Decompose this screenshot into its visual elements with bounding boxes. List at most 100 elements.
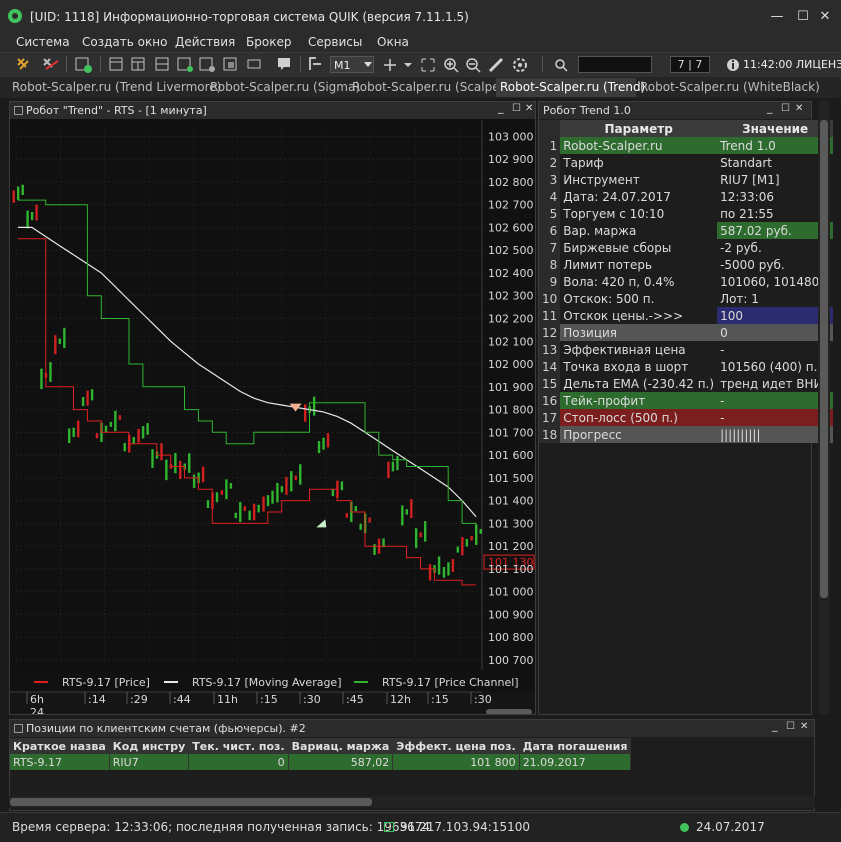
table-maximize-button[interactable]: ☐	[781, 103, 790, 114]
positions-minimize-button[interactable]: _	[772, 719, 778, 732]
candle	[252, 503, 256, 521]
tab-whiteblack[interactable]: Robot-Scalper.ru (WhiteBlack)	[636, 78, 820, 97]
y-tick-label: 103 000	[488, 130, 534, 143]
candle	[322, 437, 325, 450]
maximize-button[interactable]: ☐	[793, 8, 813, 26]
x-date-label: 24	[30, 706, 44, 714]
tab-scalper[interactable]: Robot-Scalper.ru (Scalper)	[348, 78, 509, 97]
table-row[interactable]: 4 Дата: 24.07.2017 12:33:06	[539, 188, 834, 205]
portfolio-icon[interactable]	[223, 57, 237, 71]
positions-close-button[interactable]: ✕	[800, 721, 808, 732]
ruler-icon[interactable]	[488, 57, 504, 73]
price-chart[interactable]: 103 000 102 900 102 800 102 700 102 600 102 5…	[10, 120, 535, 714]
tab-sigma[interactable]: Robot-Scalper.ru (Sigma)	[206, 78, 360, 97]
table-row[interactable]: 2 Тариф Standart	[539, 154, 834, 171]
candle	[95, 433, 99, 439]
settings-table-icon[interactable]	[199, 57, 215, 72]
chart-minimize-button[interactable]: _	[498, 101, 504, 114]
candle	[26, 210, 29, 229]
table-row[interactable]: 1 Robot-Scalper.ru Trend 1.0	[539, 137, 834, 154]
pos-col-short-name[interactable]: Краткое назва	[10, 738, 110, 754]
server-clock: 11:42:00 ЛИЦЕНЗ	[743, 58, 841, 71]
table-row[interactable]: 10 Отскок: 500 п. Лот: 1	[539, 290, 834, 307]
message-icon[interactable]	[278, 58, 290, 70]
close-button[interactable]: ✕	[815, 8, 835, 26]
candle	[90, 389, 94, 401]
indicator-icon[interactable]	[309, 57, 321, 70]
menu-services[interactable]: Сервисы	[308, 35, 362, 49]
row-number: 10	[539, 290, 561, 307]
search-input[interactable]	[578, 56, 652, 73]
crosshair-icon[interactable]	[384, 59, 396, 71]
table-row[interactable]: 15 Дельта EMA (-230.42 п.) тренд идет ВНИЗ	[539, 375, 834, 392]
pos-col-expiry[interactable]: Дата погашения	[519, 738, 632, 754]
value-cell: 100	[717, 307, 834, 324]
fullscreen-icon[interactable]	[421, 58, 435, 72]
zoom-in-icon[interactable]	[444, 58, 459, 73]
table-minimize-button[interactable]: _	[767, 101, 773, 114]
table-row[interactable]: 11 Отскок цены.->>> 100	[539, 307, 834, 324]
pos-col-eff-price[interactable]: Эффект. цена поз.	[392, 738, 520, 754]
chart-close-button[interactable]: ✕	[525, 103, 533, 114]
chevron-down-icon[interactable]	[404, 63, 412, 67]
pos-col-code[interactable]: Код инстру	[109, 738, 190, 754]
clock-time: 11:42:00	[743, 58, 793, 71]
candle	[410, 499, 413, 519]
table-row[interactable]: 8 Лимит потерь -5000 руб.	[539, 256, 834, 273]
table-row[interactable]: 12 Позиция 0	[539, 324, 834, 341]
value-cell: RIU7 [M1]	[717, 171, 834, 188]
orders-icon[interactable]	[177, 57, 193, 72]
table-row[interactable]: 5 Торгуем с 10:10 по 21:55	[539, 205, 834, 222]
param-cell: Биржевые сборы	[560, 239, 718, 256]
pos-col-net-position[interactable]: Тек. чист. поз.	[188, 738, 289, 754]
candle	[359, 523, 362, 530]
table-row[interactable]: 13 Эффективная цена -	[539, 341, 834, 358]
new-order-icon[interactable]	[75, 57, 92, 73]
search-icon[interactable]	[555, 59, 568, 72]
menu-create-window[interactable]: Создать окно	[82, 35, 167, 49]
positions-maximize-button[interactable]: ☐	[786, 721, 795, 732]
menu-system[interactable]: Система	[16, 35, 70, 49]
menu-actions[interactable]: Действия	[175, 35, 235, 49]
y-tick-label: 101 400	[488, 495, 534, 508]
horizontal-scrollbar-thumb[interactable]	[10, 798, 372, 806]
table-row[interactable]: 9 Вола: 420 п, 0.4% 101060, 101480	[539, 273, 834, 290]
menu-broker[interactable]: Брокер	[246, 35, 291, 49]
trades-icon[interactable]	[155, 57, 169, 71]
table-close-button[interactable]: ✕	[795, 103, 803, 114]
candle	[271, 490, 274, 504]
x-tick-label: :14	[88, 693, 106, 706]
table-row[interactable]: 3 Инструмент RIU7 [M1]	[539, 171, 834, 188]
vertical-scrollbar-thumb[interactable]	[820, 120, 828, 598]
zoom-out-icon[interactable]	[466, 58, 481, 73]
positions-title: Позиции по клиентским счетам (фьючерсы).…	[26, 722, 306, 735]
candle	[461, 537, 464, 556]
quotes-icon[interactable]	[131, 57, 145, 71]
y-tick-label: 101 200	[488, 540, 534, 553]
pos-col-var-margin[interactable]: Вариац. маржа	[288, 738, 394, 754]
tab-trend-livermore[interactable]: Robot-Scalper.ru (Trend Livermore)	[8, 78, 221, 97]
interval-chevron-icon[interactable]	[364, 62, 372, 67]
candle	[215, 492, 219, 503]
connect-icon[interactable]	[17, 58, 29, 70]
minimize-button[interactable]: —	[767, 8, 787, 26]
gear-icon[interactable]	[513, 58, 527, 72]
print-icon[interactable]	[247, 59, 261, 69]
menu-windows[interactable]: Окна	[377, 35, 409, 49]
disconnect-icon[interactable]	[43, 58, 59, 70]
table-row[interactable]: 17 Стоп-лосс (500 п.) -	[539, 409, 834, 426]
chart-scrollbar-thumb[interactable]	[486, 709, 532, 714]
table-icon[interactable]	[109, 57, 123, 71]
row-number: 18	[539, 426, 561, 443]
table-row[interactable]: 6 Вар. маржа 587.02 руб.	[539, 222, 834, 239]
candle	[137, 428, 140, 443]
table-row[interactable]: 18 Прогресс ||||||||||	[539, 426, 834, 443]
tab-trend[interactable]: Robot-Scalper.ru (Trend)	[496, 78, 645, 97]
table-row[interactable]: 7 Биржевые сборы -2 руб.	[539, 239, 834, 256]
candle	[465, 538, 469, 547]
table-row[interactable]: RTS-9.17 RIU7 0 587,02 101 800 21.09.201…	[10, 754, 632, 770]
table-row[interactable]: 16 Тейк-профит -	[539, 392, 834, 409]
candle	[81, 397, 85, 407]
table-row[interactable]: 14 Точка входа в шорт 101560 (400) п.	[539, 358, 834, 375]
chart-maximize-button[interactable]: ☐	[512, 103, 521, 114]
